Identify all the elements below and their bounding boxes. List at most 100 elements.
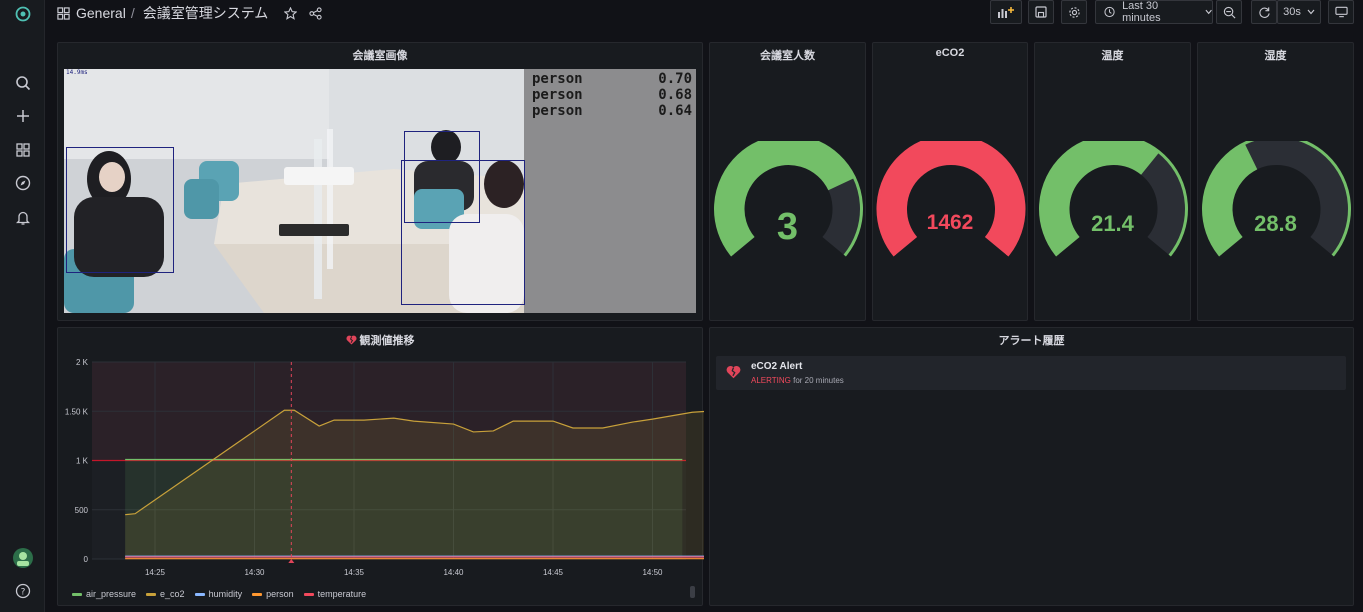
detection-row: person 0.70 (532, 71, 692, 87)
x-tick-label: 14:30 (244, 568, 265, 577)
breadcrumb-separator: / (130, 5, 135, 21)
gear-icon (1068, 6, 1080, 18)
y-tick-label: 1 K (76, 457, 89, 466)
camera-panel[interactable]: 会議室画像 14.9ms person 0.70 person 0.68 per… (57, 42, 703, 321)
gauge-value: 3 (776, 206, 799, 248)
legend-item-temperature[interactable]: temperature (303, 589, 367, 599)
legend-item-air_pressure[interactable]: air_pressure (72, 589, 136, 599)
panel-title: 会議室画像 (352, 50, 408, 62)
breadcrumb-folder[interactable]: General (76, 5, 126, 21)
search-icon[interactable] (11, 71, 35, 95)
add-panel-button[interactable] (990, 0, 1022, 24)
compass-icon[interactable] (11, 171, 35, 195)
panel-title: 温度 (1101, 50, 1124, 62)
tv-mode-button[interactable] (1328, 0, 1354, 24)
alert-duration: for 20 minutes (793, 376, 844, 385)
clock-icon (1104, 6, 1115, 18)
svg-text:?: ? (21, 588, 26, 598)
add-panel-icon (998, 7, 1014, 18)
legend-label: person (266, 589, 294, 599)
chart-legend: air_pressure e_co2 humidity person temperatu… (72, 589, 366, 599)
chevron-down-icon (1307, 9, 1315, 15)
dashboards-grid-icon[interactable] (11, 138, 35, 162)
x-tick-label: 14:25 (145, 568, 166, 577)
legend-swatch (252, 592, 263, 596)
x-tick-label: 14:40 (443, 568, 464, 577)
monitor-icon (1334, 6, 1348, 18)
bell-icon[interactable] (11, 205, 35, 229)
user-avatar-icon[interactable] (11, 546, 35, 570)
detection-row: person 0.68 (532, 87, 692, 103)
breadcrumb: General / 会議室管理システム (57, 4, 322, 22)
humidity-panel[interactable]: 湿度 28.8 (1197, 42, 1354, 321)
zoom-out-icon (1223, 6, 1235, 18)
eco2-panel[interactable]: eCO2 1462 (872, 42, 1028, 321)
trend-panel[interactable]: 観測値推移 0 500 1 K 1.50 K2 K 14:25 14:30 14:35 14:… (57, 327, 704, 606)
legend-item-humidity[interactable]: humidity (194, 589, 243, 599)
temperature-gauge (1039, 141, 1188, 257)
alert-status: ALERTING for 20 minutes (751, 376, 844, 385)
share-icon[interactable] (309, 6, 322, 20)
y-tick-label: 2 K (76, 358, 89, 367)
y-tick-label: 0 (84, 555, 89, 564)
broken-heart-icon (345, 335, 357, 345)
settings-button[interactable] (1061, 0, 1087, 24)
detection-box (66, 147, 174, 273)
legend-label: humidity (208, 589, 243, 599)
alert-annotation-marker[interactable] (288, 559, 295, 563)
plus-icon[interactable] (11, 104, 35, 128)
gauge-value: 21.4 (1091, 211, 1134, 236)
detection-row: person 0.64 (532, 103, 692, 119)
dashboard-title[interactable]: 会議室管理システム (143, 3, 269, 23)
refresh-interval-picker[interactable]: 30s (1277, 0, 1321, 24)
camera-image: 14.9ms person 0.70 person 0.68 person 0.… (64, 69, 696, 313)
alert-name[interactable]: eCO2 Alert (751, 361, 802, 372)
refresh-interval-label: 30s (1283, 6, 1301, 18)
panel-title: 湿度 (1264, 50, 1287, 62)
panel-title: eCO2 (935, 47, 965, 59)
trend-chart[interactable]: 0 500 1 K 1.50 K 2 K 14:25 14:30 14:35 14:40 14:4… (58, 346, 704, 591)
legend-swatch (72, 592, 82, 596)
legend-label: temperature (317, 589, 367, 599)
x-tick-label: 14:45 (543, 568, 564, 577)
help-icon[interactable]: ? (11, 579, 35, 603)
detection-label: person (532, 87, 583, 103)
scrollbar-thumb[interactable] (690, 586, 695, 598)
gauge-value: 1462 (926, 211, 974, 234)
legend-item-e_co2[interactable]: e_co2 (146, 589, 185, 599)
detection-box (401, 160, 525, 305)
detection-label: person (532, 71, 583, 87)
people-count-panel[interactable]: 会議室人数 3 (709, 42, 866, 321)
grafana-logo-icon[interactable] (11, 2, 35, 26)
legend-swatch (303, 592, 314, 596)
detection-score: 0.68 (658, 87, 692, 103)
save-button[interactable] (1028, 0, 1054, 24)
legend-item-person[interactable]: person (252, 589, 294, 599)
y-tick-label: 500 (75, 506, 89, 515)
temperature-panel[interactable]: 温度 21.4 (1034, 42, 1191, 321)
save-icon (1035, 6, 1047, 18)
x-tick-label: 14:35 (344, 568, 365, 577)
time-range-picker[interactable]: Last 30 minutes (1095, 0, 1213, 24)
refresh-button[interactable] (1251, 0, 1277, 24)
dashboard-grid-icon (57, 6, 70, 20)
detection-label: person (532, 103, 583, 119)
legend-swatch (194, 592, 205, 596)
alert-history-panel[interactable]: アラート履歴 eCO2 Alert ALERTING for 20 minute… (709, 327, 1354, 606)
detection-score: 0.70 (658, 71, 692, 87)
panel-title: 会議室人数 (760, 50, 815, 62)
broken-heart-icon (726, 365, 741, 379)
alert-list-item[interactable]: eCO2 Alert ALERTING for 20 minutes (716, 356, 1346, 390)
inference-time-label: 14.9ms (66, 69, 88, 76)
time-range-label: Last 30 minutes (1122, 0, 1161, 24)
side-nav: ? (0, 0, 45, 612)
star-icon[interactable] (284, 6, 298, 20)
gauge-value: 28.8 (1254, 211, 1297, 236)
panel-title: アラート履歴 (998, 335, 1065, 347)
humidity-gauge (1202, 141, 1351, 257)
top-bar: General / 会議室管理システム Last 30 minutes 30s (45, 0, 1363, 34)
alert-state: ALERTING (751, 376, 791, 385)
chevron-down-icon (1205, 9, 1212, 15)
legend-label: air_pressure (86, 589, 137, 599)
zoom-out-button[interactable] (1216, 0, 1242, 24)
